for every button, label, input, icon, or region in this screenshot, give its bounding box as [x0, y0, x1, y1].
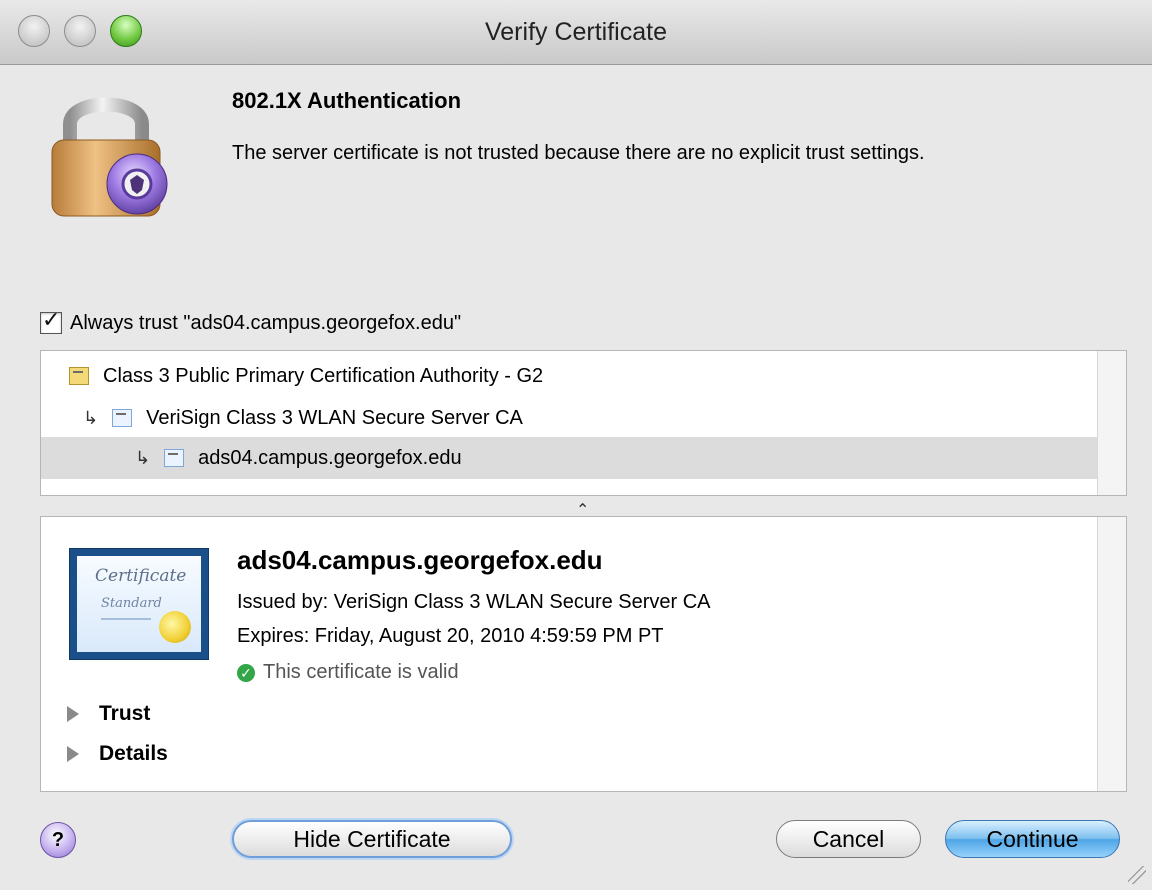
- chain-item-label: Class 3 Public Primary Certification Aut…: [103, 364, 544, 387]
- alert-heading: 802.1X Authentication: [232, 88, 462, 113]
- continue-button[interactable]: Continue: [945, 820, 1120, 858]
- certificate-chain-list: Class 3 Public Primary Certification Aut…: [40, 350, 1127, 496]
- lock-certificate-icon: [51, 97, 168, 217]
- verify-certificate-window: Verify Certificate 802.1X Authentication…: [0, 0, 1152, 890]
- help-button[interactable]: ?: [40, 822, 76, 858]
- alert-message: The server certificate is not trusted be…: [232, 142, 925, 164]
- chain-scrollbar[interactable]: [1097, 351, 1126, 495]
- gold-seal-icon: [159, 611, 191, 643]
- certificate-preview-subtext: Standard: [101, 596, 162, 611]
- certificate-preview-signature-line: [101, 618, 151, 620]
- details-scrollbar[interactable]: [1097, 517, 1126, 791]
- trust-section-toggle[interactable]: Trust: [67, 699, 150, 729]
- resize-grip[interactable]: [1128, 866, 1146, 884]
- issued-by-text: Issued by: VeriSign Class 3 WLAN Secure …: [237, 591, 711, 613]
- certificate-preview-icon: Certificate Standard: [69, 548, 209, 660]
- chain-item-label: ads04.campus.georgefox.edu: [198, 446, 462, 469]
- details-section-toggle[interactable]: Details: [67, 739, 168, 769]
- child-arrow-icon: ↳: [83, 407, 99, 428]
- chain-item-intermediate[interactable]: ↳ VeriSign Class 3 WLAN Secure Server CA: [83, 397, 523, 439]
- disclosure-triangle-icon: [67, 746, 79, 762]
- server-certificate-icon: [164, 449, 185, 467]
- certificate-preview-paper: Certificate Standard: [77, 556, 201, 652]
- window-title: Verify Certificate: [484, 18, 667, 46]
- chain-item-server-selected[interactable]: ↳ ads04.campus.georgefox.edu: [41, 437, 1098, 479]
- expires-text: Expires: Friday, August 20, 2010 4:59:59…: [237, 625, 664, 647]
- certificate-status-text: This certificate is valid: [263, 661, 459, 683]
- title-bar: Verify Certificate: [0, 0, 1152, 65]
- always-trust-option[interactable]: Always trust "ads04.campus.georgefox.edu…: [40, 307, 462, 338]
- trust-section-label: Trust: [99, 702, 151, 725]
- always-trust-checkbox[interactable]: [40, 307, 62, 334]
- certificate-status: ✓ This certificate is valid: [237, 661, 459, 684]
- valid-check-icon: ✓: [237, 663, 255, 682]
- child-arrow-icon: ↳: [135, 447, 151, 468]
- details-section-label: Details: [99, 742, 168, 765]
- hide-certificate-button[interactable]: Hide Certificate: [232, 820, 512, 858]
- certificate-details-panel: Certificate Standard ads04.campus.george…: [40, 516, 1127, 792]
- chain-item-label: VeriSign Class 3 WLAN Secure Server CA: [146, 406, 523, 429]
- disclosure-triangle-icon: [67, 706, 79, 722]
- always-trust-label: Always trust "ads04.campus.georgefox.edu…: [70, 311, 462, 334]
- cancel-button[interactable]: Cancel: [776, 820, 921, 858]
- certificate-name: ads04.campus.georgefox.edu: [237, 545, 603, 575]
- intermediate-certificate-icon: [112, 409, 133, 427]
- certificate-preview-text: Certificate: [95, 566, 187, 586]
- root-certificate-icon: [69, 367, 89, 385]
- chain-item-root[interactable]: Class 3 Public Primary Certification Aut…: [69, 355, 543, 397]
